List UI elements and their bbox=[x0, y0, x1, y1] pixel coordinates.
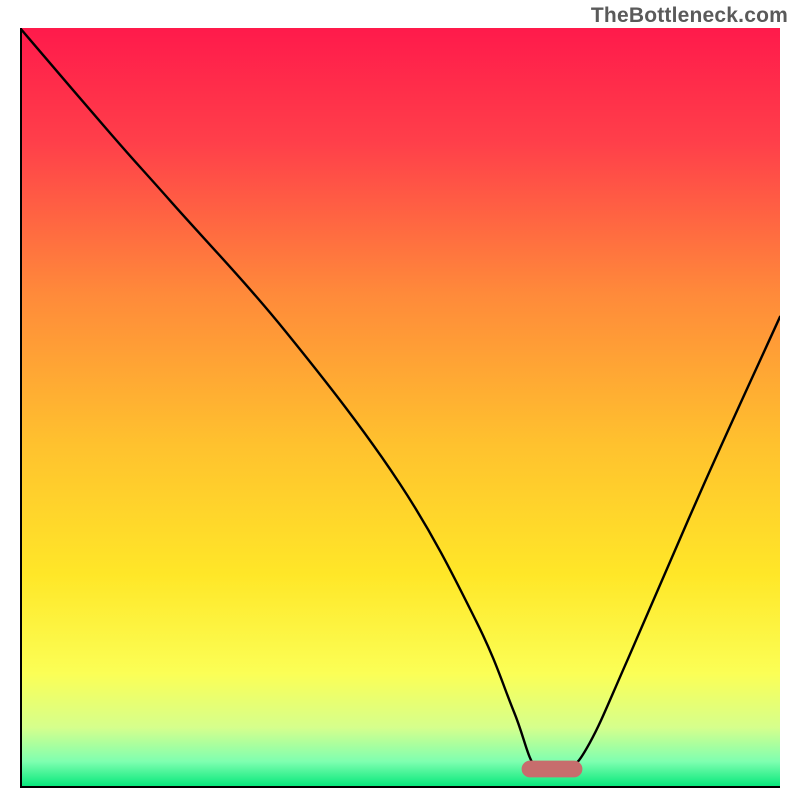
optimal-marker bbox=[522, 761, 583, 778]
watermark: TheBottleneck.com bbox=[591, 4, 788, 28]
chart-container: TheBottleneck.com bbox=[0, 0, 800, 800]
bottleneck-plot bbox=[20, 28, 780, 788]
plot-svg bbox=[20, 28, 780, 788]
gradient-background bbox=[20, 28, 780, 788]
